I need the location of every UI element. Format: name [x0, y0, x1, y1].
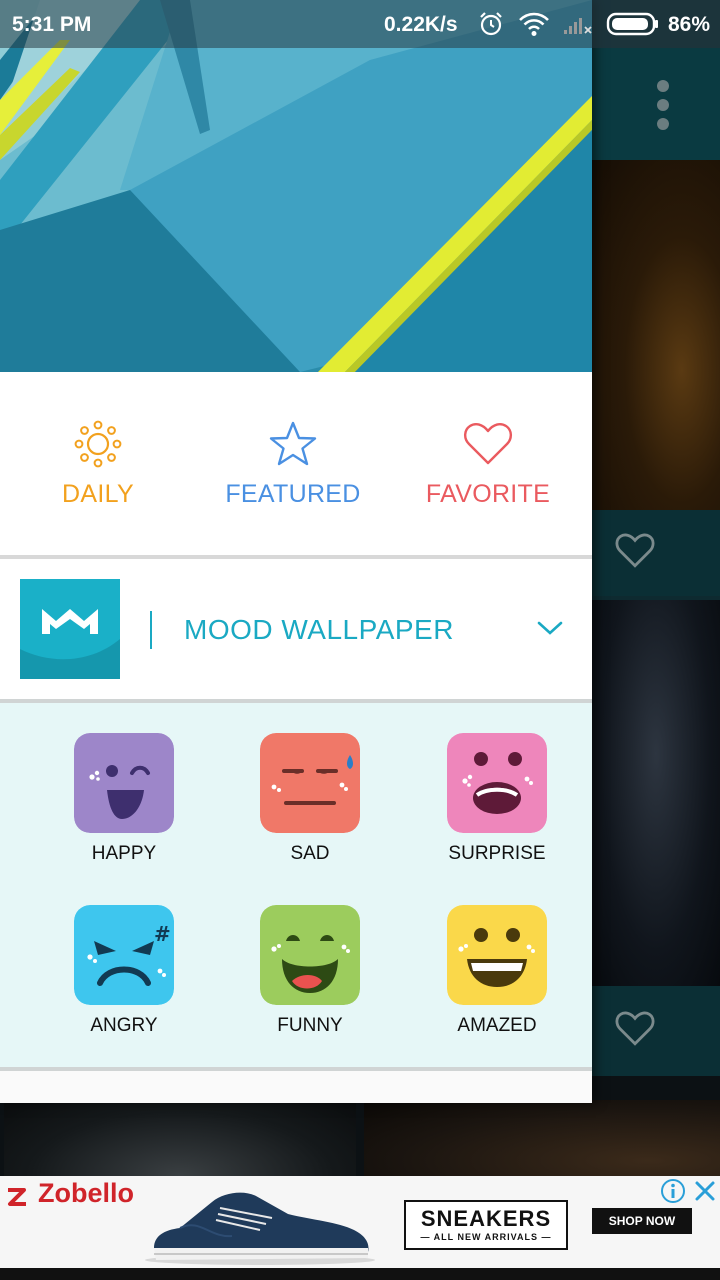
- mood-logo-icon: [20, 579, 120, 679]
- wallpaper-tile-bar: [592, 510, 720, 596]
- battery-percent: 86%: [668, 13, 711, 36]
- drawer-footer: [0, 1071, 592, 1103]
- heart-icon: [463, 422, 513, 465]
- sun-icon: [74, 420, 122, 468]
- sad-face-icon: [260, 733, 360, 833]
- ad-subheadline: — ALL NEW ARRIVALS —: [420, 1232, 552, 1242]
- mood-label: SAD: [290, 843, 330, 864]
- surprise-face-icon: [447, 733, 547, 833]
- status-bar: 5:31 PM 0.22K/s 86%: [0, 0, 720, 48]
- featured-label: FEATURED: [225, 480, 361, 508]
- happy-face-icon: [74, 733, 174, 833]
- battery-icon: [606, 12, 658, 36]
- wallpaper-tile[interactable]: [592, 160, 720, 510]
- angry-face-icon: #: [74, 905, 174, 1005]
- bottom-strip: [0, 1268, 720, 1280]
- signal-icon: [564, 18, 592, 34]
- mood-funny[interactable]: FUNNY: [235, 905, 385, 1037]
- heart-outline-icon[interactable]: [614, 1008, 656, 1048]
- mood-amazed[interactable]: AMAZED: [422, 905, 572, 1037]
- category-title: MOOD WALLPAPER: [184, 614, 454, 645]
- material-wallpaper-art: [0, 0, 592, 372]
- background-toolbar: [592, 48, 720, 160]
- mood-happy[interactable]: HAPPY: [49, 733, 199, 865]
- ad-close-icon[interactable]: [692, 1178, 718, 1204]
- sneaker-image: [145, 1192, 375, 1265]
- mood-label: ANGRY: [90, 1015, 158, 1036]
- network-speed: 0.22K/s: [384, 13, 458, 36]
- wallpaper-tile[interactable]: [4, 1100, 356, 1176]
- wallpaper-tile[interactable]: [592, 600, 720, 986]
- daily-button[interactable]: DAILY: [0, 420, 196, 509]
- ad-info-icon[interactable]: [660, 1178, 686, 1204]
- separator: [150, 611, 152, 649]
- status-time: 5:31 PM: [12, 13, 92, 36]
- alarm-icon: [480, 12, 502, 36]
- zobello-logo-icon: [8, 1188, 26, 1206]
- category-selector[interactable]: MOOD WALLPAPER: [0, 559, 592, 699]
- ad-headline-box: SNEAKERS — ALL NEW ARRIVALS —: [404, 1200, 568, 1250]
- funny-face-icon: [260, 905, 360, 1005]
- mood-angry[interactable]: # ANGRY: [49, 905, 199, 1037]
- wallpaper-tile[interactable]: [364, 1100, 720, 1176]
- heart-outline-icon[interactable]: [614, 530, 656, 570]
- mood-label: AMAZED: [457, 1015, 537, 1036]
- quick-actions: DAILY FEATURED FAVORITE: [0, 372, 592, 555]
- wifi-icon: [519, 12, 549, 36]
- overflow-menu-icon[interactable]: [657, 80, 671, 130]
- mood-surprise[interactable]: SURPRISE: [422, 733, 572, 865]
- ad-headline: SNEAKERS: [420, 1206, 552, 1231]
- featured-button[interactable]: FEATURED: [195, 420, 391, 509]
- mood-label: HAPPY: [91, 843, 157, 864]
- wallpaper-tile-bar: [592, 986, 720, 1076]
- mood-grid: HAPPY SAD SURPRISE # ANGRY FUNNY AMAZED: [0, 703, 592, 1067]
- chevron-down-icon[interactable]: [536, 617, 564, 639]
- mood-label: SURPRISE: [448, 843, 546, 864]
- favorite-label: FAVORITE: [425, 480, 551, 508]
- ad-brand: Zobello: [38, 1178, 134, 1208]
- mood-sad[interactable]: SAD: [235, 733, 385, 865]
- star-icon: [269, 421, 317, 466]
- drawer-header-image: [0, 0, 592, 372]
- mood-label: FUNNY: [277, 1015, 343, 1036]
- amazed-face-icon: [447, 905, 547, 1005]
- daily-label: DAILY: [62, 480, 134, 508]
- ad-shop-now-button[interactable]: SHOP NOW: [592, 1208, 692, 1234]
- favorite-button[interactable]: FAVORITE: [390, 420, 586, 509]
- svg-text:#: #: [154, 922, 171, 946]
- navigation-drawer: DAILY FEATURED FAVORITE MOOD WALLPAPER H…: [0, 0, 592, 1103]
